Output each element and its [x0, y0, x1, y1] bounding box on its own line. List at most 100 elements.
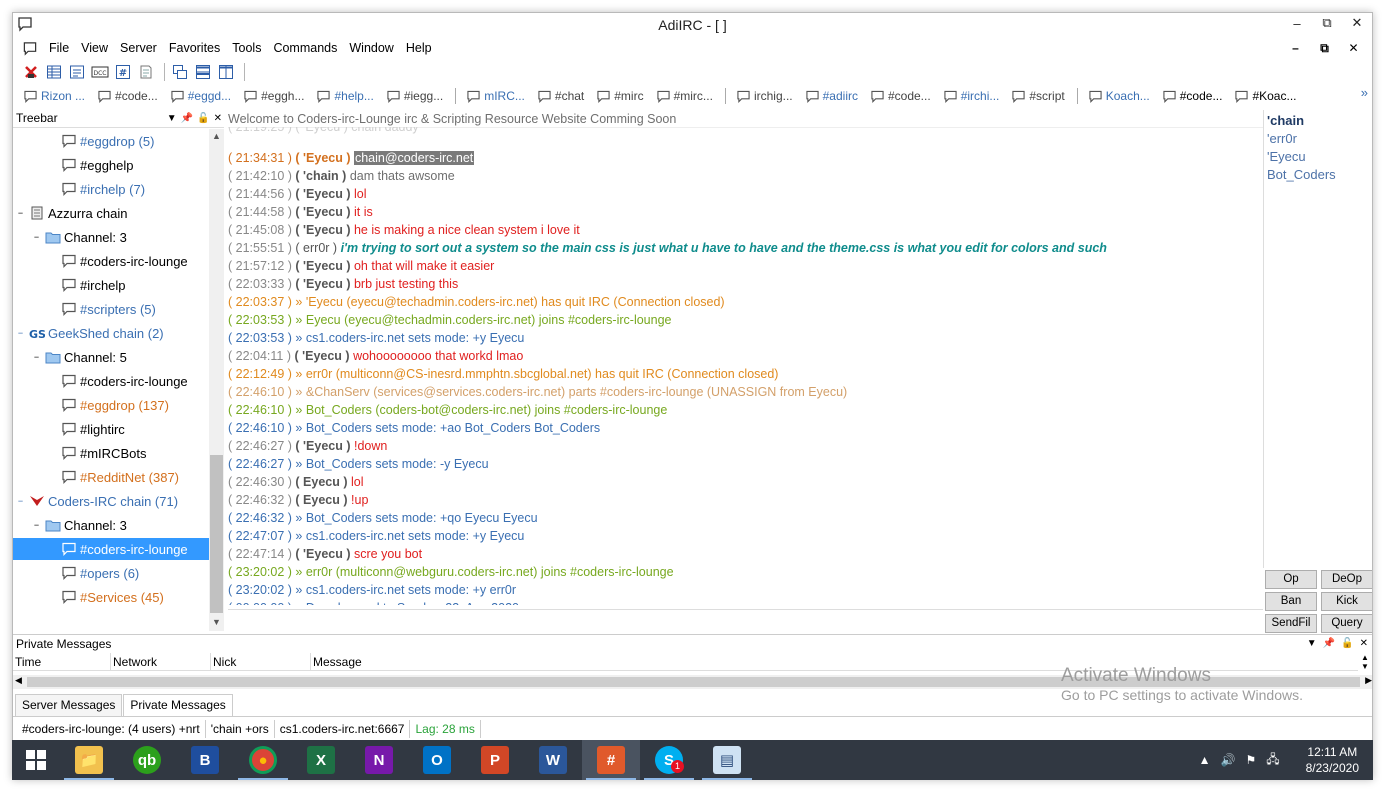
switchbar-item[interactable]: #Koac...	[1234, 89, 1296, 103]
chat-nick[interactable]: ( 'Eyecu )	[295, 349, 350, 363]
taskbar-app-b-app[interactable]: B	[176, 740, 234, 780]
nick-list-item[interactable]: 'Eyecu	[1267, 149, 1306, 164]
scroll-right-icon[interactable]: ▶	[1365, 675, 1372, 686]
mdi-minimize-button[interactable]: –	[1281, 37, 1310, 59]
tree-node[interactable]: #opers (6)	[47, 562, 139, 584]
menu-tools[interactable]: Tools	[226, 37, 267, 59]
taskbar-app-powerpoint[interactable]: P	[466, 740, 524, 780]
tab-server-messages[interactable]: Server Messages	[15, 694, 123, 716]
chat-nick[interactable]: ( Eyecu )	[295, 493, 347, 507]
close-button[interactable]: ✕	[1342, 13, 1372, 33]
tree-node[interactable]: #scripters (5)	[47, 298, 156, 320]
chat-nick[interactable]: »	[295, 403, 302, 417]
notes-icon[interactable]	[136, 62, 156, 82]
switchbar-item[interactable]: #code...	[97, 89, 158, 103]
chat-menu-icon[interactable]	[17, 38, 43, 58]
switchbar-item[interactable]: #script	[1011, 89, 1065, 103]
menu-commands[interactable]: Commands	[267, 37, 343, 59]
tree-node[interactable]: − Channel: 5	[31, 346, 127, 368]
lock-icon[interactable]: 🔓	[197, 110, 209, 127]
ban-button[interactable]: Ban	[1265, 592, 1317, 611]
pin-icon[interactable]: 📌	[181, 110, 193, 127]
tree-node[interactable]: #eggdrop (5)	[47, 130, 154, 152]
tree-node[interactable]: #egghelp	[47, 154, 134, 176]
mdi-close-button[interactable]: ✕	[1339, 37, 1368, 59]
chat-nick[interactable]: ( 'Eyecu )	[295, 277, 350, 291]
switchbar-item[interactable]: #adiirc	[805, 89, 858, 103]
chat-nick[interactable]: »	[295, 583, 302, 597]
kick-button[interactable]: Kick	[1321, 592, 1372, 611]
chat-nick[interactable]: ( 'Eyecu )	[295, 187, 350, 201]
chat-nick[interactable]: »	[295, 457, 302, 471]
restore-button[interactable]: ⧉	[1312, 13, 1342, 33]
start-button[interactable]	[12, 740, 60, 780]
taskbar-app-excel[interactable]: X	[292, 740, 350, 780]
menu-favorites[interactable]: Favorites	[163, 37, 226, 59]
tree-node[interactable]: #Services (45)	[47, 586, 164, 608]
tree-node[interactable]: − Channel: 3	[31, 226, 127, 248]
switchbar-item[interactable]: #iegg...	[386, 89, 443, 103]
chat-nick[interactable]: »	[295, 367, 302, 381]
close-icon[interactable]: ✕	[214, 110, 222, 127]
chat-nick[interactable]: ( 'Eyecu )	[295, 223, 350, 237]
tree-node[interactable]: #eggdrop (137)	[47, 394, 169, 416]
collapse-icon[interactable]: −	[31, 352, 42, 363]
chat-nick[interactable]: »	[295, 385, 302, 399]
chat-nick[interactable]: ( Eyecu )	[295, 475, 347, 489]
deop-button[interactable]: DeOp	[1321, 570, 1372, 589]
tree-node[interactable]: #irchelp	[47, 274, 126, 296]
tree-node[interactable]: #coders-irc-lounge	[13, 538, 209, 560]
flag-icon[interactable]: ⚑	[1245, 753, 1256, 767]
dropdown-icon[interactable]: ▼	[1307, 635, 1317, 653]
chat-nick[interactable]: ( 'Eyecu )	[295, 439, 350, 453]
tree-node[interactable]: #lightirc	[47, 418, 125, 440]
switchbar-item[interactable]: #code...	[870, 89, 931, 103]
switchbar-item[interactable]: Rizon ...	[23, 89, 85, 103]
taskbar-app-notepad-window[interactable]: ▤	[698, 740, 756, 780]
collapse-icon[interactable]: −	[15, 208, 26, 219]
tree-node[interactable]: #irchelp (7)	[47, 178, 145, 200]
server-list-icon[interactable]	[44, 62, 64, 82]
network-icon[interactable]: 🖧	[1266, 750, 1279, 771]
op-button[interactable]: Op	[1265, 570, 1317, 589]
tree-node[interactable]: #mIRCBots	[47, 442, 146, 464]
switchbar-item[interactable]: #mirc...	[656, 89, 713, 103]
nick-list-item[interactable]: Bot_Coders	[1267, 167, 1336, 182]
tree-node[interactable]: #coders-irc-lounge	[47, 250, 188, 272]
chat-nick[interactable]: »	[295, 313, 302, 327]
pm-vertical-scrollbar[interactable]: ▲ ▼	[1358, 653, 1372, 675]
chat-nick[interactable]: »	[295, 601, 302, 605]
switchbar-item[interactable]: mIRC...	[466, 89, 525, 103]
column-nick[interactable]: Nick	[211, 653, 311, 670]
taskbar-app-quickbooks[interactable]: qb	[118, 740, 176, 780]
scroll-left-icon[interactable]: ◀	[15, 675, 22, 686]
taskbar-app-onenote[interactable]: N	[350, 740, 408, 780]
dcc-icon[interactable]: DCC	[90, 62, 110, 82]
tree-node[interactable]: − Azzurra chain	[15, 202, 128, 224]
taskbar-app-skype[interactable]: S1	[640, 740, 698, 780]
pin-icon[interactable]: 📌	[1323, 635, 1335, 653]
close-icon[interactable]: ✕	[1360, 635, 1368, 653]
switchbar-item[interactable]: #mirc	[596, 89, 644, 103]
chat-nick[interactable]: »	[295, 421, 302, 435]
chat-nick[interactable]: »	[295, 529, 302, 543]
scroll-thumb[interactable]	[210, 455, 223, 613]
mdi-restore-button[interactable]: ⧉	[1310, 37, 1339, 59]
collapse-icon[interactable]: −	[31, 520, 42, 531]
tree-node[interactable]: − GS GeekShed chain (2)	[15, 322, 164, 344]
switchbar-item[interactable]: #help...	[316, 89, 374, 103]
taskbar-app-chrome[interactable]: ●	[234, 740, 292, 780]
column-message[interactable]: Message	[311, 653, 511, 670]
taskbar-app-adiirc[interactable]: #	[582, 740, 640, 780]
taskbar-app-outlook[interactable]: O	[408, 740, 466, 780]
switchbar-item[interactable]: #irchi...	[943, 89, 999, 103]
tile-vertical-icon[interactable]	[216, 62, 236, 82]
switchbar-item[interactable]: #code...	[1162, 89, 1222, 103]
chat-nick[interactable]: ( 'Eyecu )	[295, 151, 350, 165]
lock-icon[interactable]: 🔓	[1341, 635, 1353, 653]
chat-nick[interactable]: »	[295, 511, 302, 525]
volume-icon[interactable]: 🔊	[1221, 753, 1236, 767]
switchbar-item[interactable]: Koach...	[1088, 89, 1150, 103]
channel-list-icon[interactable]: #	[113, 62, 133, 82]
menu-server[interactable]: Server	[114, 37, 163, 59]
